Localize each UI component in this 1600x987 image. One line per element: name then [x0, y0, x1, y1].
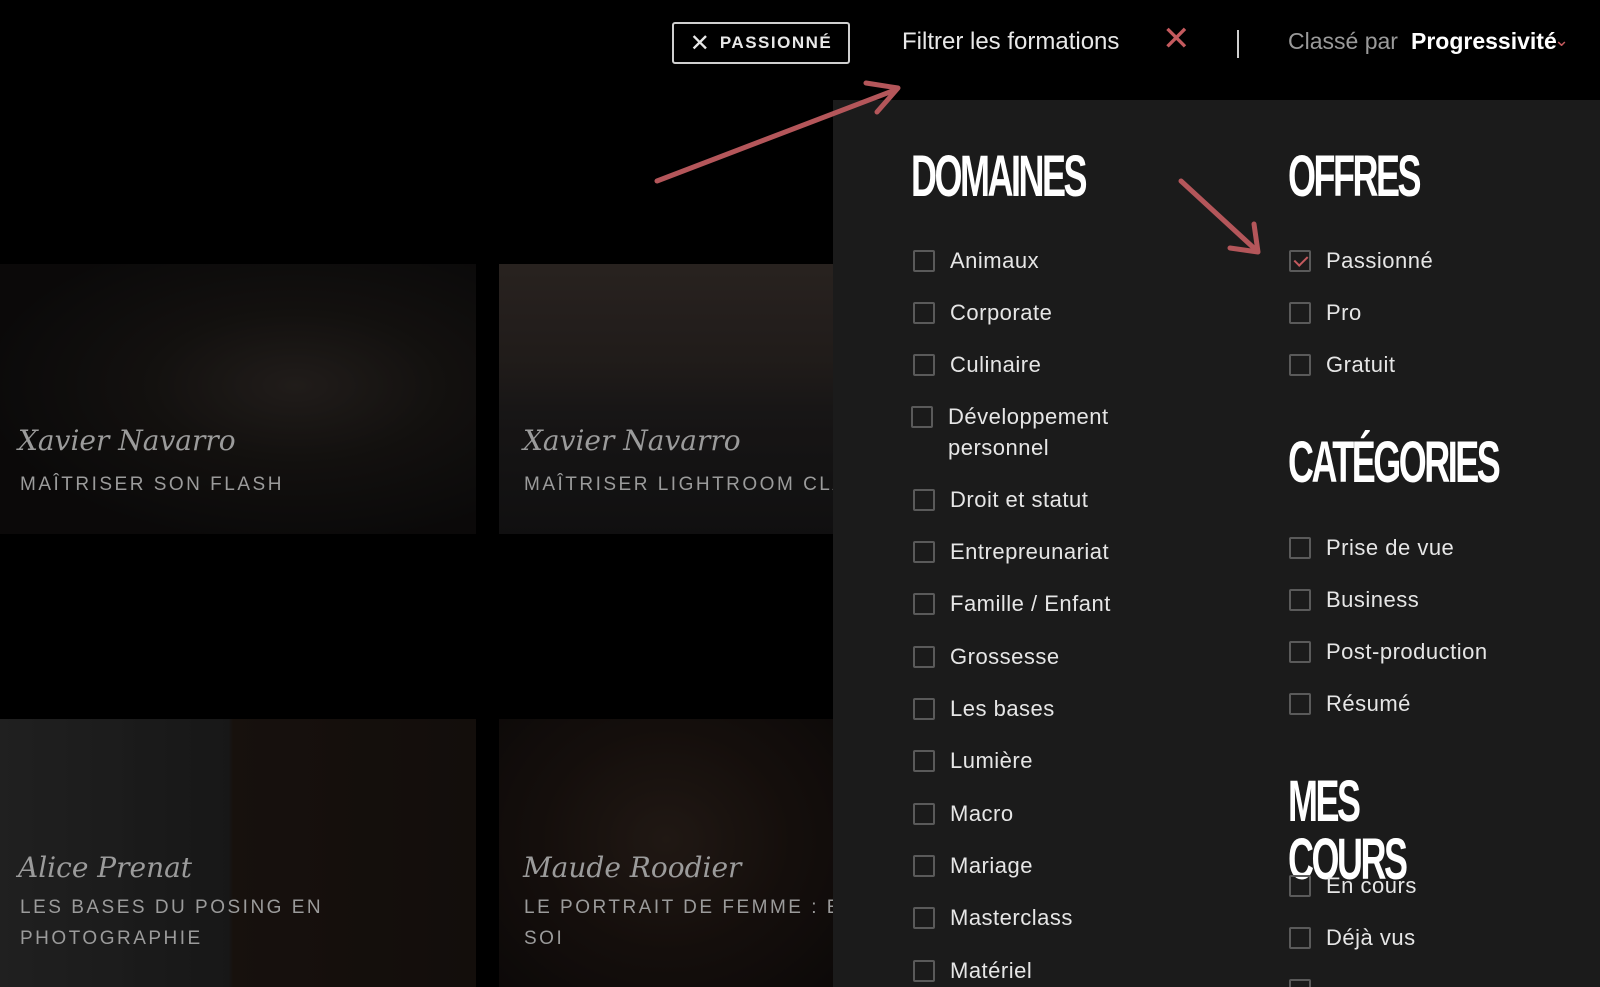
course-card[interactable]: Xavier Navarro MAÎTRISER LIGHTROOM CLA: [499, 264, 833, 534]
filter-option-materiel[interactable]: Matériel: [913, 958, 1032, 986]
course-card[interactable]: Maude Roodier LE PORTRAIT DE FEMME : E S…: [499, 719, 833, 987]
checkbox[interactable]: [1289, 302, 1311, 324]
filter-option-lumiere[interactable]: Lumière: [913, 748, 1033, 776]
checkbox[interactable]: [1289, 927, 1311, 949]
top-bar: ✕ PASSIONNÉ Filtrer les formations ✕ Cla…: [0, 0, 1600, 100]
domaines-heading: DOMAINES: [911, 144, 1087, 209]
filter-option-droit-et-statut[interactable]: Droit et statut: [913, 487, 1088, 515]
filter-option-pro[interactable]: Pro: [1289, 300, 1362, 328]
filter-option-grossesse[interactable]: Grossesse: [913, 644, 1060, 672]
checkbox[interactable]: [913, 489, 935, 511]
active-filter-chip[interactable]: ✕ PASSIONNÉ: [672, 22, 850, 64]
filter-option-les-bases[interactable]: Les bases: [913, 696, 1055, 724]
filter-option-en-cours[interactable]: En cours: [1289, 873, 1417, 901]
checkbox[interactable]: [911, 406, 933, 428]
course-author: Alice Prenat: [18, 851, 193, 884]
filter-option-passionne[interactable]: Passionné: [1289, 248, 1433, 276]
filter-option-post-production[interactable]: Post-production: [1289, 639, 1488, 667]
course-title: MAÎTRISER SON FLASH: [20, 474, 284, 495]
filter-option-resume[interactable]: Résumé: [1289, 691, 1411, 719]
filter-toggle[interactable]: Filtrer les formations: [902, 28, 1119, 56]
filter-option-animaux[interactable]: Animaux: [913, 248, 1039, 276]
checkbox[interactable]: [1289, 693, 1311, 715]
checkbox[interactable]: [913, 907, 935, 929]
checkbox-checked[interactable]: [1289, 250, 1311, 272]
active-filter-chip-label: PASSIONNÉ: [719, 33, 833, 52]
checkbox[interactable]: [1289, 641, 1311, 663]
filter-option-business[interactable]: Business: [1289, 587, 1419, 615]
checkbox[interactable]: [1289, 589, 1311, 611]
filter-panel: DOMAINES Animaux Corporate Culinaire Dév…: [833, 100, 1600, 987]
filter-option-corporate[interactable]: Corporate: [913, 300, 1052, 328]
filter-option-culinaire[interactable]: Culinaire: [913, 352, 1041, 380]
categories-heading: CATÉGORIES: [1288, 430, 1501, 495]
checkbox[interactable]: [1289, 979, 1311, 987]
filter-option-developpement-personnel[interactable]: Développement personnel: [911, 404, 1168, 463]
filter-option-entrepreunariat[interactable]: Entrepreunariat: [913, 539, 1109, 567]
checkbox[interactable]: [913, 803, 935, 825]
filter-option-partial[interactable]: [1289, 977, 1311, 987]
checkbox[interactable]: [913, 750, 935, 772]
filter-option-masterclass[interactable]: Masterclass: [913, 905, 1073, 933]
course-card[interactable]: Alice Prenat LES BASES DU POSING EN PHOT…: [0, 719, 476, 987]
filter-option-famille-enfant[interactable]: Famille / Enfant: [913, 591, 1111, 619]
checkbox[interactable]: [913, 960, 935, 982]
course-title-line-2: SOI: [524, 928, 565, 949]
filter-option-mariage[interactable]: Mariage: [913, 853, 1033, 881]
course-title-line-2: PHOTOGRAPHIE: [20, 928, 203, 949]
checkbox[interactable]: [1289, 537, 1311, 559]
course-title-line-1: LES BASES DU POSING EN: [20, 897, 324, 918]
checkbox[interactable]: [1289, 875, 1311, 897]
filter-option-macro[interactable]: Macro: [913, 801, 1014, 829]
course-card[interactable]: Xavier Navarro MAÎTRISER SON FLASH: [0, 264, 476, 534]
offres-heading: OFFRES: [1288, 144, 1421, 209]
checkbox[interactable]: [913, 250, 935, 272]
checkbox[interactable]: [1289, 354, 1311, 376]
checkbox[interactable]: [913, 855, 935, 877]
course-title-line-1: LE PORTRAIT DE FEMME : E: [524, 897, 833, 918]
filter-option-deja-vus[interactable]: Déjà vus: [1289, 925, 1416, 953]
course-author: Xavier Navarro: [18, 424, 236, 457]
divider: [1237, 30, 1239, 58]
checkbox[interactable]: [913, 354, 935, 376]
sort-label: Classé par: [1288, 28, 1398, 54]
checkbox[interactable]: [913, 302, 935, 324]
course-author: Xavier Navarro: [523, 424, 741, 457]
close-icon[interactable]: ✕: [1162, 22, 1191, 56]
sort-dropdown[interactable]: Progressivité: [1411, 28, 1557, 55]
course-author: Maude Roodier: [523, 851, 742, 884]
close-icon[interactable]: ✕: [690, 31, 710, 55]
filter-option-prise-de-vue[interactable]: Prise de vue: [1289, 535, 1454, 563]
checkbox[interactable]: [913, 698, 935, 720]
filter-option-gratuit[interactable]: Gratuit: [1289, 352, 1396, 380]
chevron-down-icon[interactable]: ⌄: [1554, 30, 1569, 51]
checkbox[interactable]: [913, 646, 935, 668]
course-title: MAÎTRISER LIGHTROOM CLA: [524, 474, 833, 495]
checkbox[interactable]: [913, 541, 935, 563]
checkbox[interactable]: [913, 593, 935, 615]
